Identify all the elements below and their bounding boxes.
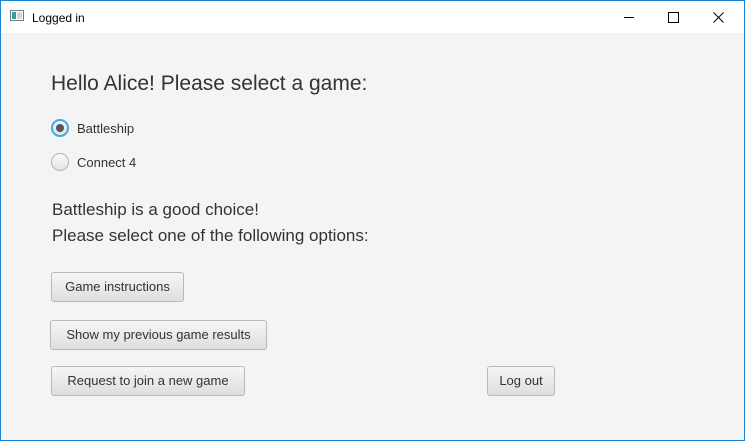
maximize-button[interactable] bbox=[651, 1, 697, 33]
radio-label-connect4[interactable]: Connect 4 bbox=[77, 155, 136, 170]
radio-label-battleship[interactable]: Battleship bbox=[77, 121, 134, 136]
join-game-button[interactable]: Request to join a new game bbox=[51, 366, 245, 396]
close-button[interactable] bbox=[696, 1, 742, 33]
radio-button-unselected[interactable] bbox=[51, 153, 69, 171]
game-instructions-button[interactable]: Game instructions bbox=[51, 272, 184, 302]
app-window: Logged in Hello Alice! Please select a g… bbox=[0, 0, 745, 441]
choice-text: Battleship is a good choice! bbox=[52, 200, 259, 219]
page-heading: Hello Alice! Please select a game: bbox=[51, 72, 368, 95]
previous-results-button[interactable]: Show my previous game results bbox=[50, 320, 267, 350]
logout-button[interactable]: Log out bbox=[487, 366, 555, 396]
radio-dot bbox=[56, 124, 64, 132]
minimize-icon bbox=[624, 17, 634, 18]
java-app-icon bbox=[10, 10, 24, 21]
radio-button-selected[interactable] bbox=[51, 119, 69, 137]
title-bar[interactable]: Logged in bbox=[1, 1, 744, 33]
main-content: Hello Alice! Please select a game: Battl… bbox=[1, 33, 744, 440]
maximize-icon bbox=[668, 12, 679, 23]
radio-connect4[interactable]: Connect 4 bbox=[51, 152, 136, 172]
close-icon bbox=[713, 12, 724, 23]
window-title: Logged in bbox=[32, 11, 85, 25]
minimize-button[interactable] bbox=[607, 1, 653, 33]
prompt-text: Please select one of the following optio… bbox=[52, 226, 369, 245]
radio-battleship[interactable]: Battleship bbox=[51, 118, 134, 138]
